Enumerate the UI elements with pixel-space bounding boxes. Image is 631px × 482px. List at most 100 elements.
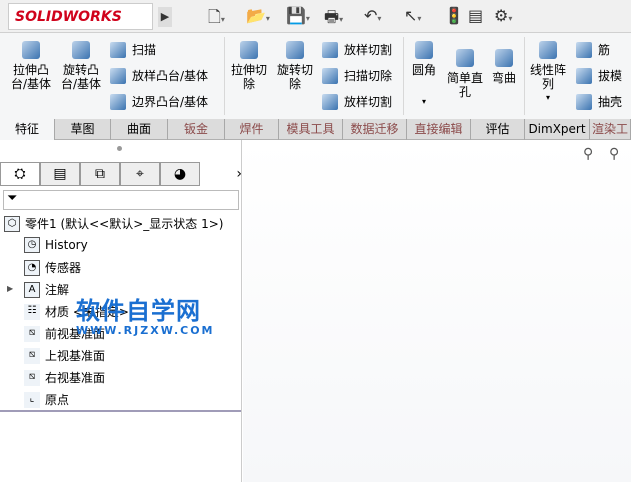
label: 筋 bbox=[598, 43, 611, 57]
sensor-folder-icon: ◔ bbox=[24, 259, 40, 276]
tab-evaluate[interactable]: 评估 bbox=[471, 119, 525, 140]
tab-mold-tools[interactable]: 模具工具 bbox=[279, 119, 343, 140]
plane-icon: ⧅ bbox=[24, 325, 40, 342]
extrude-boss-icon bbox=[22, 41, 40, 59]
select-icon[interactable]: ↖▾ bbox=[404, 6, 421, 25]
origin-icon: ⌞ bbox=[24, 391, 40, 408]
revolve-cut-icon bbox=[286, 41, 304, 59]
display-manager-tab-icon[interactable]: ◕ bbox=[160, 162, 200, 186]
sweep-button[interactable]: 扫描 bbox=[110, 41, 156, 58]
divider bbox=[524, 37, 525, 115]
command-tabs: 特征 草图 曲面 钣金 焊件 模具工具 数据迁移 直接编辑 评估 DimXper… bbox=[0, 119, 631, 140]
linear-pattern-icon bbox=[539, 41, 557, 59]
tab-weldments[interactable]: 焊件 bbox=[225, 119, 279, 140]
label: 扫描切除 bbox=[344, 69, 393, 83]
tab-sketch[interactable]: 草图 bbox=[55, 119, 111, 140]
flex-button[interactable]: 弯曲 bbox=[488, 49, 520, 85]
revolve-boss-button[interactable]: 旋转凸台/基体 bbox=[58, 41, 104, 91]
sweep-cut-icon bbox=[322, 67, 338, 84]
title-bar: SOLIDWORKS ▶ 🗋▾ 📂▾ 💾▾ 🖶▾ ↶▾ ↖▾ 🚦 ▤ ⚙▾ bbox=[0, 0, 631, 33]
tree-item-sensors[interactable]: ◔ 传感器 bbox=[24, 259, 81, 276]
print-icon[interactable]: 🖶▾ bbox=[324, 6, 343, 33]
revolve-cut-button[interactable]: 旋转切除 bbox=[274, 41, 316, 91]
label: 右视基准面 bbox=[45, 371, 106, 385]
logo-text: SOLIDWORKS bbox=[15, 8, 122, 25]
tree-item-origin[interactable]: ⌞ 原点 bbox=[24, 391, 69, 408]
tab-direct-editing[interactable]: 直接编辑 bbox=[407, 119, 471, 140]
save-icon[interactable]: 💾▾ bbox=[286, 6, 310, 25]
boundary-boss-icon bbox=[110, 93, 126, 110]
linear-pattern-button[interactable]: 线性阵列 ▾ bbox=[528, 41, 568, 105]
tree-item-annotations[interactable]: A 注解 bbox=[24, 281, 69, 298]
label: 线性阵列 bbox=[529, 63, 566, 91]
tab-surfaces[interactable]: 曲面 bbox=[111, 119, 168, 140]
plane-icon: ⧅ bbox=[24, 369, 40, 386]
panel-tabs: ⛭ ▤ ⧉ ⌖ ◕ › bbox=[0, 162, 242, 188]
rebuild-icon[interactable]: 🚦 bbox=[444, 6, 464, 25]
undo-icon[interactable]: ↶▾ bbox=[364, 6, 381, 25]
chevron-right-icon[interactable]: › bbox=[200, 162, 242, 188]
property-manager-tab-icon[interactable]: ▤ bbox=[40, 162, 80, 186]
file-properties-icon[interactable]: ▤ bbox=[468, 6, 483, 25]
zoom-to-area-icon[interactable]: ⚲ bbox=[609, 146, 619, 162]
label: 旋转切除 bbox=[276, 63, 313, 91]
fillet-button[interactable]: 圆角 ▾ bbox=[408, 41, 440, 109]
extrude-boss-button[interactable]: 拉伸凸台/基体 bbox=[8, 41, 54, 91]
extrude-cut-button[interactable]: 拉伸切除 bbox=[228, 41, 270, 91]
boundary-cut-button[interactable]: 放样切割 bbox=[322, 93, 392, 110]
watermark-url: WWW.RJZXW.COM bbox=[76, 324, 215, 337]
hole-icon bbox=[456, 49, 474, 67]
shell-icon bbox=[576, 93, 592, 110]
tab-sheet-metal[interactable]: 钣金 bbox=[168, 119, 225, 140]
open-icon[interactable]: 📂▾ bbox=[246, 6, 270, 25]
label: 旋转凸台/基体 bbox=[60, 63, 102, 91]
label: 放样切割 bbox=[344, 43, 393, 57]
zoom-to-fit-icon[interactable]: ⚲ bbox=[583, 146, 593, 162]
divider bbox=[403, 37, 404, 115]
configuration-manager-tab-icon[interactable]: ⧉ bbox=[80, 162, 120, 186]
options-gear-icon[interactable]: ⚙▾ bbox=[494, 6, 512, 25]
solidworks-logo[interactable]: SOLIDWORKS bbox=[8, 3, 153, 30]
label: 拉伸凸台/基体 bbox=[10, 63, 52, 91]
shell-button[interactable]: 抽壳 bbox=[576, 93, 622, 110]
rollback-bar[interactable] bbox=[0, 410, 241, 412]
new-document-icon[interactable]: 🗋▾ bbox=[208, 6, 225, 33]
simple-hole-button[interactable]: 简单直孔 bbox=[444, 49, 486, 99]
tab-data-migration[interactable]: 数据迁移 bbox=[343, 119, 407, 140]
label: 注解 bbox=[45, 283, 70, 297]
plane-icon: ⧅ bbox=[24, 347, 40, 364]
label: 圆角 bbox=[411, 63, 436, 77]
part-icon: ⬡ bbox=[4, 215, 20, 232]
label: 零件1 (默认<<默认>_显示状态 1>) bbox=[25, 217, 224, 231]
tree-root-part[interactable]: ⬡ 零件1 (默认<<默认>_显示状态 1>) bbox=[4, 215, 223, 232]
flex-icon bbox=[495, 49, 513, 67]
boundary-boss-button[interactable]: 边界凸台/基体 bbox=[110, 93, 208, 110]
sweep-icon bbox=[110, 41, 126, 58]
feature-manager-tab-icon[interactable]: ⛭ bbox=[0, 162, 40, 186]
loft-cut-button[interactable]: 放样切割 bbox=[322, 41, 392, 58]
material-icon: ☷ bbox=[24, 303, 40, 320]
expand-arrow-icon[interactable]: ▶ bbox=[7, 284, 13, 293]
tab-render-tools[interactable]: 渲染工 bbox=[590, 119, 631, 140]
history-folder-icon: ◷ bbox=[24, 237, 40, 253]
graphics-area[interactable]: ⚲ ⚲ bbox=[243, 140, 631, 482]
draft-button[interactable]: 拔模 bbox=[576, 67, 622, 84]
menu-expand-button[interactable]: ▶ bbox=[158, 7, 172, 27]
tree-item-right-plane[interactable]: ⧅ 右视基准面 bbox=[24, 369, 105, 386]
label: 上视基准面 bbox=[45, 349, 106, 363]
tree-item-top-plane[interactable]: ⧅ 上视基准面 bbox=[24, 347, 105, 364]
fillet-icon bbox=[415, 41, 433, 59]
tab-features[interactable]: 特征 bbox=[0, 119, 55, 140]
tree-item-history[interactable]: ◷ History bbox=[24, 237, 88, 253]
label: 拉伸切除 bbox=[230, 63, 267, 91]
panel-grip[interactable] bbox=[117, 146, 122, 151]
extrude-cut-icon bbox=[240, 41, 258, 59]
tab-dimxpert[interactable]: DimXpert bbox=[525, 119, 590, 140]
label: 放样凸台/基体 bbox=[132, 69, 209, 83]
loft-boss-button[interactable]: 放样凸台/基体 bbox=[110, 67, 208, 84]
revolve-boss-icon bbox=[72, 41, 90, 59]
rib-button[interactable]: 筋 bbox=[576, 41, 610, 58]
dimxpert-manager-tab-icon[interactable]: ⌖ bbox=[120, 162, 160, 186]
filter-icon[interactable]: ⏷ bbox=[3, 190, 239, 210]
sweep-cut-button[interactable]: 扫描切除 bbox=[322, 67, 392, 84]
